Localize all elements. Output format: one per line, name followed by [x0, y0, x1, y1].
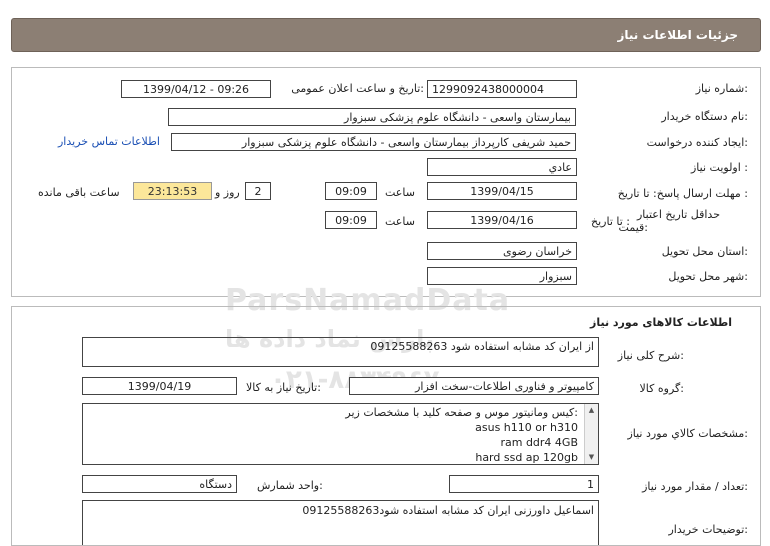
scroll-down-icon[interactable]: ▼ — [585, 451, 598, 464]
province-field: خراسان رضوی — [427, 242, 577, 260]
deadline-time-field: 09:09 — [325, 182, 377, 200]
remaining-label: ساعت باقی مانده — [38, 186, 120, 199]
announce-datetime-field: 1399/04/12 - 09:26 — [121, 80, 271, 98]
buyer-notes-label: توضیحات خریدار: — [668, 523, 749, 536]
spec-line: asus h110 or h310 — [475, 421, 578, 434]
spec-line: ram ddr4 4GB — [500, 436, 578, 449]
city-label: شهر محل تحویل: — [668, 270, 748, 283]
need-date-label: تاریخ نیاز به کالا: — [246, 381, 321, 394]
quantity-label: تعداد / مقدار مورد نیاز: — [642, 480, 748, 493]
city-field: سبزوار — [427, 267, 577, 285]
goods-group-field: کامپیوتر و فناوری اطلاعات-سخت افزار — [349, 377, 599, 395]
spec-line: hard ssd ap 120gb — [475, 451, 578, 464]
need-number-field: 1299092438000004 — [427, 80, 577, 98]
need-info-panel — [11, 67, 761, 297]
specs-textarea[interactable]: ▲ ▼ کیس ومانیتور موس و صفحه کلید با مشخص… — [82, 403, 599, 465]
summary-field: از ایران کد مشابه استفاده شود 0912558826… — [82, 337, 599, 367]
unit-field: دستگاه — [82, 475, 237, 493]
days-label: روز و — [215, 186, 240, 199]
priority-field: عادي — [427, 158, 577, 176]
province-label: استان محل تحویل: — [661, 245, 748, 258]
announce-datetime-label: تاریخ و ساعت اعلان عمومی: — [291, 82, 424, 95]
spec-line: کیس ومانیتور موس و صفحه کلید با مشخصات ز… — [345, 406, 578, 419]
buyer-org-field: بیمارستان واسعی - دانشگاه علوم پزشکی سبز… — [168, 108, 576, 126]
deadline-time-label: ساعت — [385, 186, 415, 199]
page-title: جزئیات اطلاعات نیاز — [617, 28, 738, 42]
quantity-field: 1 — [449, 475, 599, 493]
goods-section-title: اطلاعات کالاهای مورد نیاز — [590, 316, 732, 329]
validity-time-label: ساعت — [385, 215, 415, 228]
validity-date-field: 1399/04/16 — [427, 211, 577, 229]
need-number-label: شماره نیاز: — [695, 82, 748, 95]
buyer-notes-field: اسماعیل داورزنی ایران کد مشابه استفاده ش… — [82, 500, 599, 545]
scroll-up-icon[interactable]: ▲ — [585, 404, 598, 417]
specs-scrollbar[interactable]: ▲ ▼ — [584, 404, 598, 464]
remaining-time-field: 23:13:53 — [133, 182, 212, 200]
specs-label: مشخصات کالاي مورد نیاز: — [627, 427, 748, 440]
need-date-field: 1399/04/19 — [82, 377, 237, 395]
buyer-org-label: نام دستگاه خریدار: — [661, 110, 748, 123]
deadline-date-field: 1399/04/15 — [427, 182, 577, 200]
creator-field: حمید شریفی کارپرداز بیمارستان واسعی - دا… — [171, 133, 576, 151]
validity-time-field: 09:09 — [325, 211, 377, 229]
min-validity-label: حداقل تاریخ اعتبار — [636, 208, 720, 221]
validity-until-label: تا تاریخ : — [591, 215, 630, 228]
page-header: جزئیات اطلاعات نیاز — [11, 18, 761, 52]
summary-label: شرح کلی نیاز: — [617, 349, 684, 362]
creator-label: ایجاد کننده درخواست: — [646, 136, 748, 149]
buyer-contact-link[interactable]: اطلاعات تماس خریدار — [58, 135, 160, 148]
remaining-days-field: 2 — [245, 182, 271, 200]
deadline-label: مهلت ارسال پاسخ: تا تاریخ : — [617, 187, 748, 200]
priority-label: اولویت نیاز : — [690, 161, 748, 174]
unit-label: واحد شمارش: — [257, 479, 323, 492]
goods-group-label: گروه کالا: — [639, 382, 684, 395]
